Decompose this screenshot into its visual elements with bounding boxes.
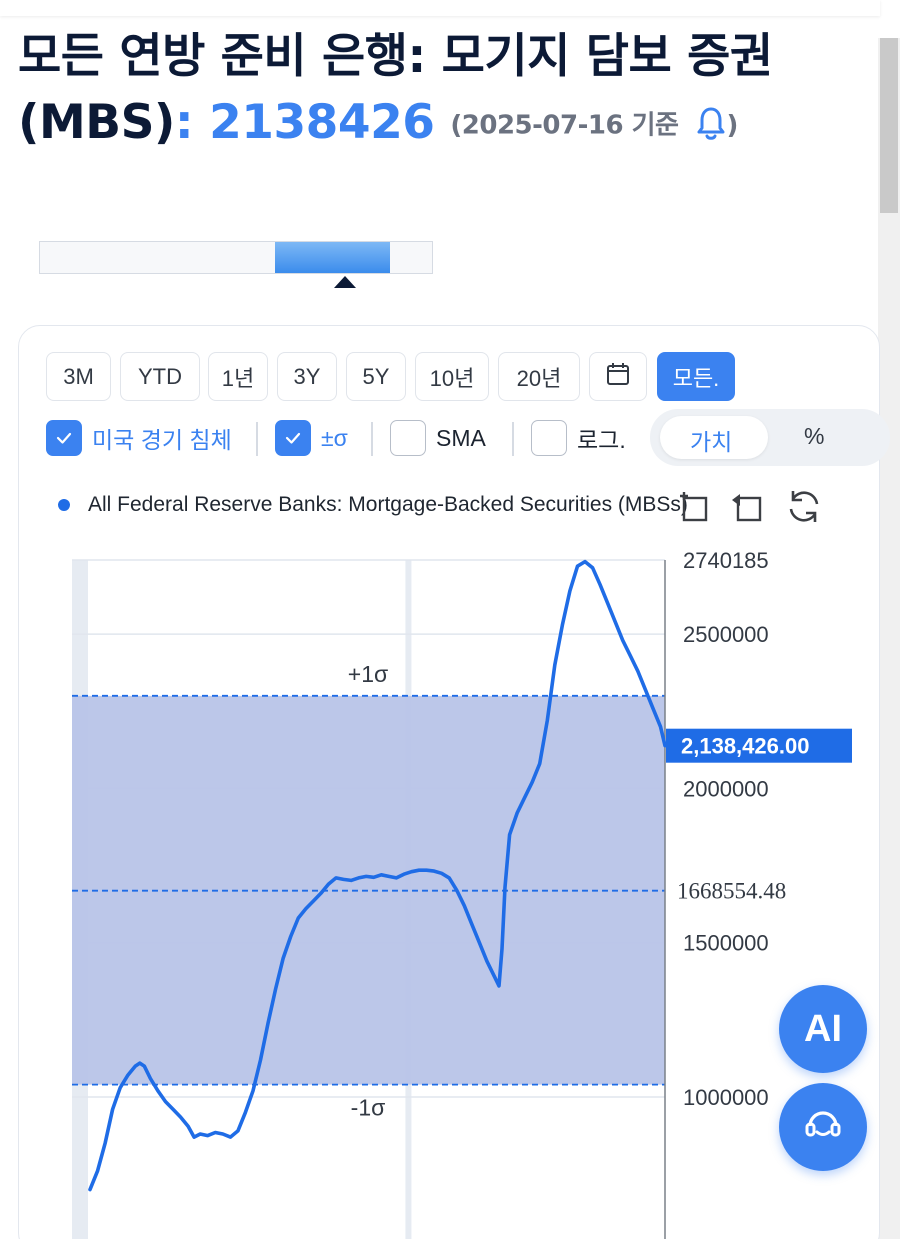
sma-toggle[interactable]: SMA xyxy=(390,418,486,458)
range-button[interactable]: 5Y xyxy=(346,352,406,401)
plus-sigma-label: +1σ xyxy=(348,661,388,687)
y-tick-label: 2000000 xyxy=(683,776,769,801)
sigma-label: ±σ xyxy=(321,424,348,451)
range-button[interactable]: 3M xyxy=(46,352,111,401)
segment-value[interactable]: 가치 xyxy=(690,423,732,457)
y-tick-label: 2500000 xyxy=(683,622,769,647)
range-button[interactable]: YTD xyxy=(120,352,200,401)
headset-icon xyxy=(800,1102,846,1152)
segment-percent[interactable]: % xyxy=(804,423,824,450)
legend-series-name: All Federal Reserve Banks: Mortgage-Back… xyxy=(88,493,688,516)
as-of-date: (2025-07-16 기준 xyxy=(450,110,679,141)
recession-toggle[interactable]: 미국 경기 침체 xyxy=(46,418,232,458)
chart-legend[interactable]: All Federal Reserve Banks: Mortgage-Back… xyxy=(58,493,688,517)
range-button[interactable]: 10년 xyxy=(415,352,489,401)
range-button-calendar[interactable] xyxy=(589,352,647,401)
range-button[interactable]: 20년 xyxy=(498,352,580,401)
zoom-out-icon[interactable] xyxy=(728,486,768,526)
calendar-icon xyxy=(605,361,631,393)
support-button[interactable] xyxy=(779,1083,867,1171)
last-value-label: 2,138,426.00 xyxy=(681,734,809,759)
ai-button[interactable]: AI xyxy=(779,985,867,1073)
sma-label: SMA xyxy=(436,424,486,451)
divider xyxy=(512,422,514,456)
navigator-handle[interactable] xyxy=(275,242,390,273)
mean-value-label: 1668554.48 xyxy=(677,879,786,904)
chart-area[interactable]: +1σ -1σ 2740185 2500000 2000000 1500000 1000… xyxy=(0,540,880,1239)
current-value: 2138426 xyxy=(209,95,435,150)
log-toggle[interactable]: 로그. xyxy=(531,418,626,458)
y-tick-label: 2740185 xyxy=(683,548,769,573)
range-button[interactable]: 1년 xyxy=(208,352,268,401)
checkbox-recession[interactable] xyxy=(46,420,82,456)
checkbox-sma[interactable] xyxy=(390,420,426,456)
range-navigator[interactable] xyxy=(39,241,433,274)
title-text: 모든 연방 준비 은행: 모기지 담보 증권 xyxy=(18,29,773,84)
refresh-icon[interactable] xyxy=(784,486,824,526)
y-tick-label: 1000000 xyxy=(683,1085,769,1110)
title-code: (MBS) xyxy=(18,95,175,150)
checkbox-log[interactable] xyxy=(531,420,567,456)
log-label: 로그. xyxy=(577,427,626,453)
divider xyxy=(256,422,258,456)
scrollbar-thumb[interactable] xyxy=(880,38,898,213)
sigma-toggle[interactable]: ±σ xyxy=(275,418,348,458)
y-tick-label: 1500000 xyxy=(683,931,769,956)
scrollbar[interactable] xyxy=(878,38,900,1239)
range-button[interactable]: 모든. xyxy=(657,352,735,401)
divider xyxy=(371,422,373,456)
minus-sigma-label: -1σ xyxy=(351,1095,386,1121)
recession-label: 미국 경기 침체 xyxy=(92,427,232,453)
zoom-in-icon[interactable] xyxy=(676,486,716,526)
bell-icon[interactable] xyxy=(696,93,726,159)
checkbox-sigma[interactable] xyxy=(275,420,311,456)
top-bar xyxy=(0,0,880,16)
navigator-pointer xyxy=(334,276,356,288)
title-colon: : xyxy=(174,95,194,150)
as-of-close: ) xyxy=(726,110,738,141)
legend-marker xyxy=(58,499,70,511)
page-title: 모든 연방 준비 은행: 모기지 담보 증권 (MBS): 2138426 (2… xyxy=(18,24,878,159)
range-button[interactable]: 3Y xyxy=(277,352,337,401)
